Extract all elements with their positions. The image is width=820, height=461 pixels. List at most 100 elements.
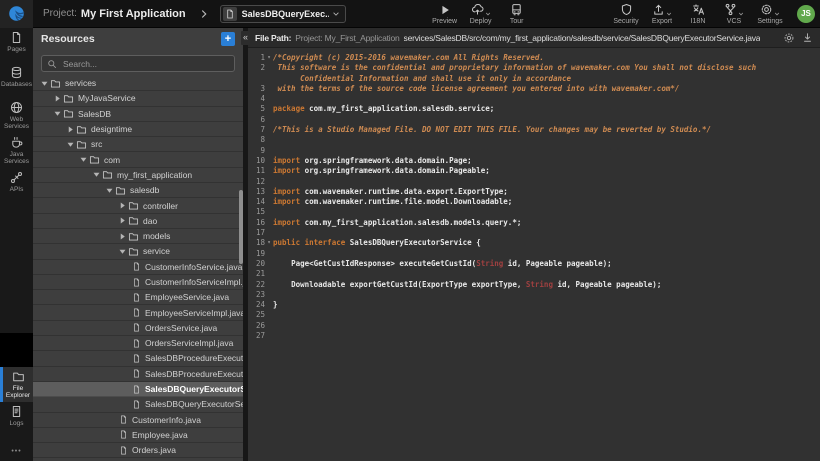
user-avatar[interactable]: JS xyxy=(797,5,815,23)
code-line-19[interactable]: 19 xyxy=(248,249,820,259)
code-line-13[interactable]: 13import com.wavemaker.runtime.data.expo… xyxy=(248,187,820,197)
tree-folder-models[interactable]: models xyxy=(33,229,243,244)
rail-item-file-explorer[interactable]: File Explorer xyxy=(0,367,33,402)
code-line-23[interactable]: 23 xyxy=(248,290,820,300)
collapse-arrow-icon[interactable] xyxy=(93,171,102,178)
rail-item-java-services[interactable]: Java Services xyxy=(0,133,33,168)
expand-arrow-icon[interactable] xyxy=(119,233,128,240)
tree-folder-src[interactable]: src xyxy=(33,137,243,152)
line-number: 23 xyxy=(248,290,265,300)
preview-button[interactable]: Preview xyxy=(430,2,460,25)
expand-arrow-icon[interactable] xyxy=(67,126,76,133)
code-line-9[interactable]: 9 xyxy=(248,146,820,156)
tree-file-employee-java[interactable]: Employee.java xyxy=(33,428,243,443)
expand-arrow-icon[interactable] xyxy=(54,95,63,102)
collapse-arrow-icon[interactable] xyxy=(80,156,89,163)
code-line-21[interactable]: 21 xyxy=(248,269,820,279)
wavemaker-logo[interactable] xyxy=(0,0,33,28)
code-line-17[interactable]: 17 xyxy=(248,228,820,238)
line-number: 7 xyxy=(248,125,265,135)
i18n-button[interactable]: I18N xyxy=(683,2,713,25)
add-resource-button[interactable]: + xyxy=(221,32,235,46)
tree-folder-com[interactable]: com xyxy=(33,152,243,167)
line-number: 24 xyxy=(248,300,265,310)
more-menu-button[interactable]: ••• xyxy=(0,441,33,461)
tree-folder-salesdb[interactable]: SalesDB xyxy=(33,107,243,122)
tree-file-customerinfoservice-java[interactable]: CustomerInfoService.java xyxy=(33,260,243,275)
code-line-4[interactable]: 4 xyxy=(248,94,820,104)
tree-file-ordersserviceimpl-java[interactable]: OrdersServiceImpl.java xyxy=(33,336,243,351)
code-line-3[interactable]: 3 with the terms of the source code lice… xyxy=(248,84,820,94)
rail-item-logs[interactable]: Logs xyxy=(0,402,33,437)
collapse-arrow-icon[interactable] xyxy=(41,80,50,87)
tree-folder-dao[interactable]: dao xyxy=(33,214,243,229)
tree-folder-myjavaservice[interactable]: MyJavaService xyxy=(33,91,243,106)
code-line-22[interactable]: 22 Downloadable exportGetCustId(ExportTy… xyxy=(248,280,820,290)
code-line-16[interactable]: 16import com.my_first_application.salesd… xyxy=(248,218,820,228)
code-line-8[interactable]: 8 xyxy=(248,135,820,145)
file-selector-dropdown[interactable]: SalesDBQueryExec... xyxy=(220,5,346,23)
code-line-6[interactable]: 6 xyxy=(248,115,820,125)
download-file-icon[interactable] xyxy=(802,32,813,43)
rail-item-apis[interactable]: APIs xyxy=(0,168,33,203)
expand-arrow-icon[interactable] xyxy=(119,202,128,209)
settings-button[interactable]: Settings xyxy=(755,2,785,25)
folder-icon xyxy=(63,108,74,119)
tour-button[interactable]: Tour xyxy=(502,2,532,25)
tree-file-salesdbqueryexecutorservice-java[interactable]: SalesDBQueryExecutorService.java xyxy=(33,382,243,397)
export-button[interactable]: Export xyxy=(647,2,677,25)
fold-marker-icon[interactable]: ▾ xyxy=(265,238,273,248)
tree-folder-service[interactable]: service xyxy=(33,244,243,259)
collapse-arrow-icon[interactable] xyxy=(106,187,115,194)
export-icon xyxy=(652,3,665,16)
file-icon xyxy=(132,278,141,287)
code-line-10[interactable]: 10import org.springframework.data.domain… xyxy=(248,156,820,166)
tree-file-customerinfoserviceimpl-java[interactable]: CustomerInfoServiceImpl.java xyxy=(33,275,243,290)
fold-marker-icon[interactable]: ▾ xyxy=(265,53,273,63)
code-line-25[interactable]: 25 xyxy=(248,310,820,320)
tree-folder-salesdb[interactable]: salesdb xyxy=(33,183,243,198)
search-box[interactable] xyxy=(41,55,235,72)
collapse-arrow-icon[interactable] xyxy=(119,248,128,255)
code-line-5[interactable]: 5package com.my_first_application.salesd… xyxy=(248,104,820,114)
tree-file-salesdbprocedureexecutorservice-java[interactable]: SalesDBProcedureExecutorService.java xyxy=(33,351,243,366)
folder-icon xyxy=(102,169,113,180)
code-line-15[interactable]: 15 xyxy=(248,207,820,217)
page-icon xyxy=(10,31,23,44)
code-line-24[interactable]: 24} xyxy=(248,300,820,310)
tree-file-salesdbqueryexecutorserviceimpl-java[interactable]: SalesDBQueryExecutorServiceImpl.java xyxy=(33,397,243,412)
tree-file-orders-java[interactable]: Orders.java xyxy=(33,443,243,458)
code-line-7[interactable]: 7/*This is a Studio Managed File. DO NOT… xyxy=(248,125,820,135)
collapse-arrow-icon[interactable] xyxy=(54,110,63,117)
tree-folder-services[interactable]: services xyxy=(33,76,243,91)
collapse-arrow-icon[interactable] xyxy=(67,141,76,148)
code-line-18[interactable]: 18▾public interface SalesDBQueryExecutor… xyxy=(248,238,820,248)
tree-file-salesdbprocedureexecutorserviceimpl-java[interactable]: SalesDBProcedureExecutorServiceImpl.java xyxy=(33,367,243,382)
code-line-2[interactable]: 2 This software is the confidential and … xyxy=(248,63,820,84)
code-line-14[interactable]: 14import com.wavemaker.runtime.file.mode… xyxy=(248,197,820,207)
deploy-button[interactable]: Deploy xyxy=(466,2,496,25)
tree-file-employeeserviceimpl-java[interactable]: EmployeeServiceImpl.java xyxy=(33,305,243,320)
code-line-1[interactable]: 1▾/*Copyright (c) 2015-2016 wavemaker.co… xyxy=(248,53,820,63)
tree-folder-designtime[interactable]: designtime xyxy=(33,122,243,137)
vcs-button[interactable]: VCS xyxy=(719,2,749,25)
tree-file-ordersservice-java[interactable]: OrdersService.java xyxy=(33,321,243,336)
tree-folder-my-first-application[interactable]: my_first_application xyxy=(33,168,243,183)
line-number: 12 xyxy=(248,177,265,187)
rail-item-web-services[interactable]: Web Services xyxy=(0,98,33,133)
code-line-27[interactable]: 27 xyxy=(248,331,820,341)
collapse-panel-button[interactable]: « xyxy=(241,31,250,45)
security-button[interactable]: Security xyxy=(611,2,641,25)
tree-file-customerinfo-java[interactable]: CustomerInfo.java xyxy=(33,413,243,428)
editor-settings-gear-icon[interactable] xyxy=(783,32,795,44)
expand-arrow-icon[interactable] xyxy=(119,217,128,224)
rail-item-pages[interactable]: Pages xyxy=(0,28,33,63)
code-line-12[interactable]: 12 xyxy=(248,177,820,187)
code-line-11[interactable]: 11import org.springframework.data.domain… xyxy=(248,166,820,176)
code-line-20[interactable]: 20 Page<GetCustIdResponse> executeGetCus… xyxy=(248,259,820,269)
tree-folder-controller[interactable]: controller xyxy=(33,198,243,213)
code-line-26[interactable]: 26 xyxy=(248,321,820,331)
tree-file-employeeservice-java[interactable]: EmployeeService.java xyxy=(33,290,243,305)
rail-item-databases[interactable]: Databases xyxy=(0,63,33,98)
search-input[interactable] xyxy=(61,58,229,70)
